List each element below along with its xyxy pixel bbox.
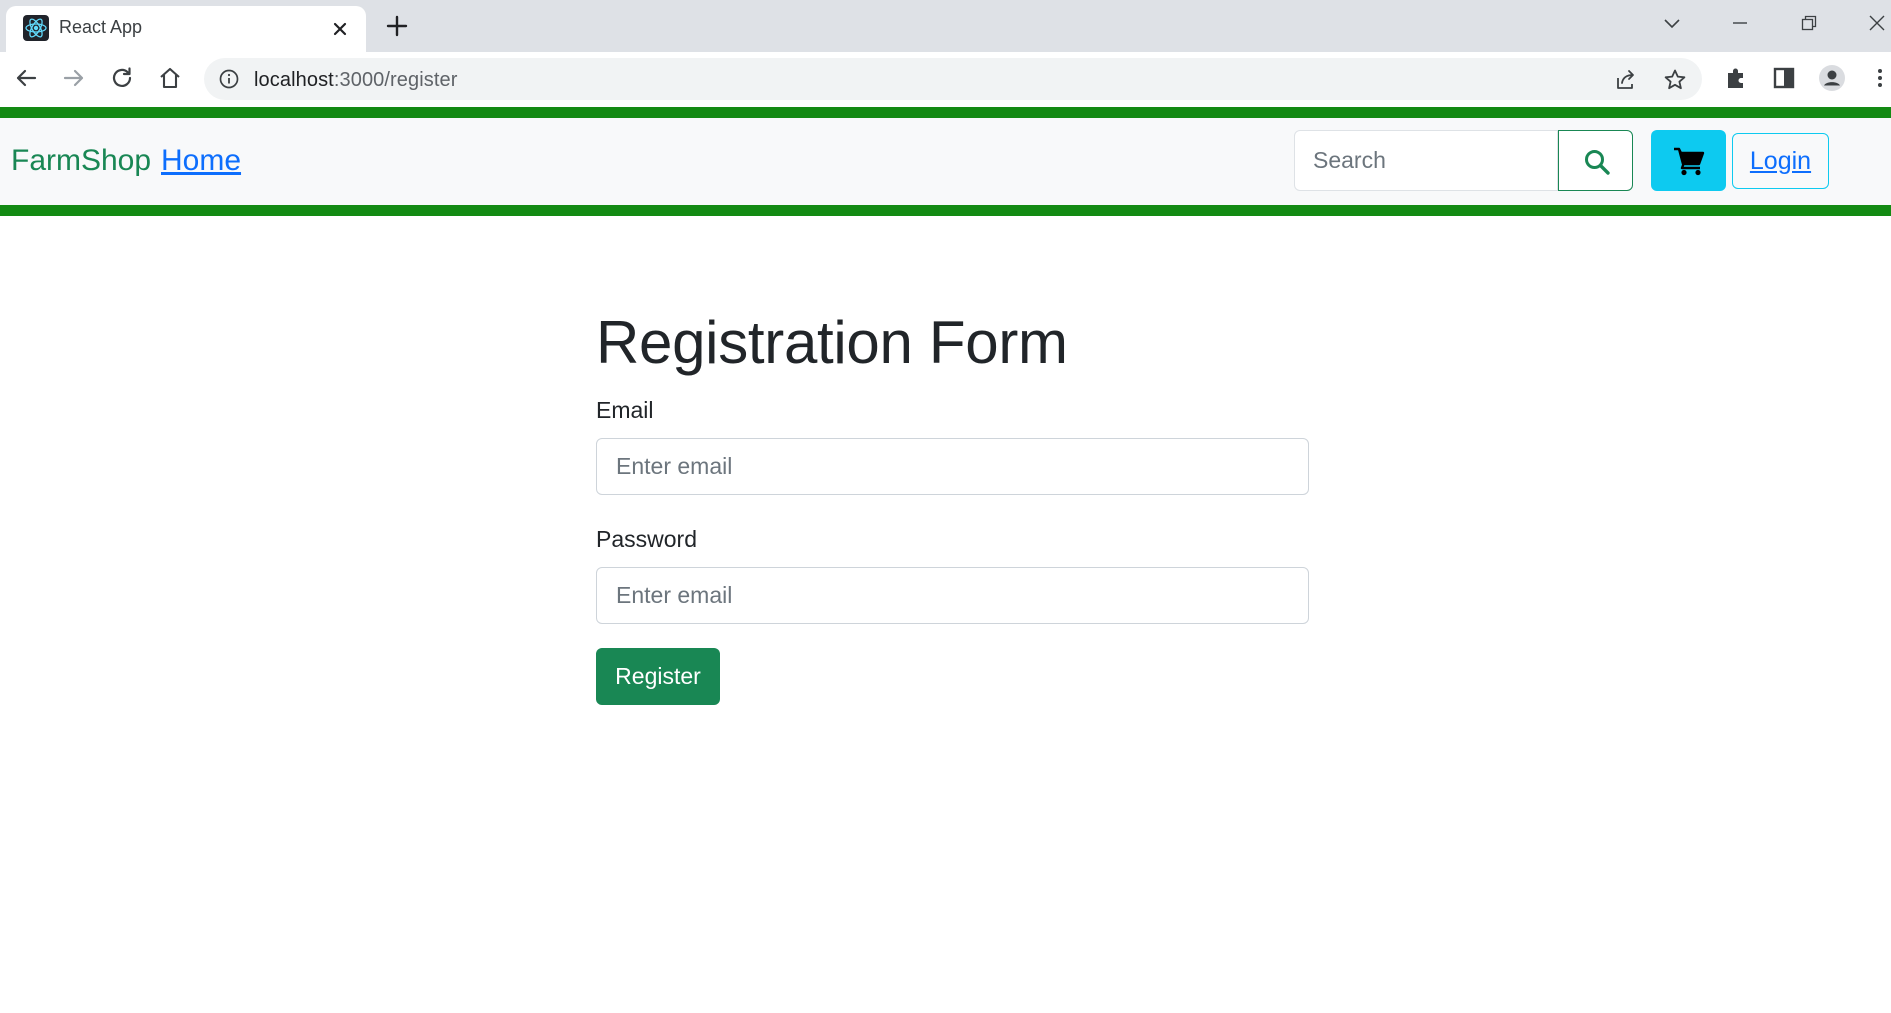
cart-button[interactable]: [1651, 130, 1726, 191]
minimize-icon[interactable]: [1725, 8, 1755, 38]
puzzle-icon[interactable]: [1722, 64, 1750, 92]
search-input[interactable]: [1294, 130, 1558, 191]
restore-icon[interactable]: [1794, 8, 1824, 38]
cart-icon: [1674, 147, 1705, 176]
password-field[interactable]: [596, 567, 1309, 624]
browser-toolbar: localhost:3000/register: [0, 52, 1891, 104]
url-host: localhost: [254, 69, 334, 91]
url-text[interactable]: localhost:3000/register: [254, 69, 458, 92]
kebab-menu-icon[interactable]: [1866, 64, 1891, 92]
react-logo-icon: [23, 15, 49, 41]
browser-tab-strip: React App: [0, 0, 1891, 52]
search-icon: [1585, 150, 1610, 175]
chevron-down-icon[interactable]: [1657, 8, 1687, 38]
bottom-accent-bar: [0, 205, 1891, 216]
page-title: Registration Form: [596, 309, 1068, 376]
home-link[interactable]: Home: [161, 144, 241, 178]
close-icon[interactable]: [328, 17, 352, 41]
password-label: Password: [596, 526, 697, 552]
register-button[interactable]: Register: [596, 648, 720, 705]
url-path: :3000/register: [333, 69, 458, 91]
info-icon[interactable]: [218, 68, 240, 90]
tab-title: React App: [59, 17, 143, 37]
profile-icon[interactable]: [1818, 64, 1846, 92]
email-field[interactable]: [596, 438, 1309, 495]
login-button[interactable]: Login: [1732, 133, 1829, 189]
close-icon[interactable]: [1862, 8, 1891, 38]
top-accent-bar: [0, 107, 1891, 118]
plus-icon[interactable]: [383, 12, 411, 40]
home-icon[interactable]: [155, 63, 185, 93]
site-navbar: FarmShop Home Login: [0, 118, 1891, 205]
side-panel-icon[interactable]: [1770, 64, 1798, 92]
email-label: Email: [596, 397, 654, 423]
reload-icon[interactable]: [107, 63, 137, 93]
star-icon[interactable]: [1662, 67, 1688, 93]
brand-logo[interactable]: FarmShop: [11, 144, 151, 178]
back-arrow-icon[interactable]: [11, 63, 41, 93]
address-bar[interactable]: localhost:3000/register: [204, 58, 1702, 100]
share-icon[interactable]: [1614, 68, 1638, 92]
search-button[interactable]: [1558, 130, 1633, 191]
browser-tab[interactable]: React App: [6, 6, 366, 52]
forward-arrow-icon[interactable]: [59, 63, 89, 93]
